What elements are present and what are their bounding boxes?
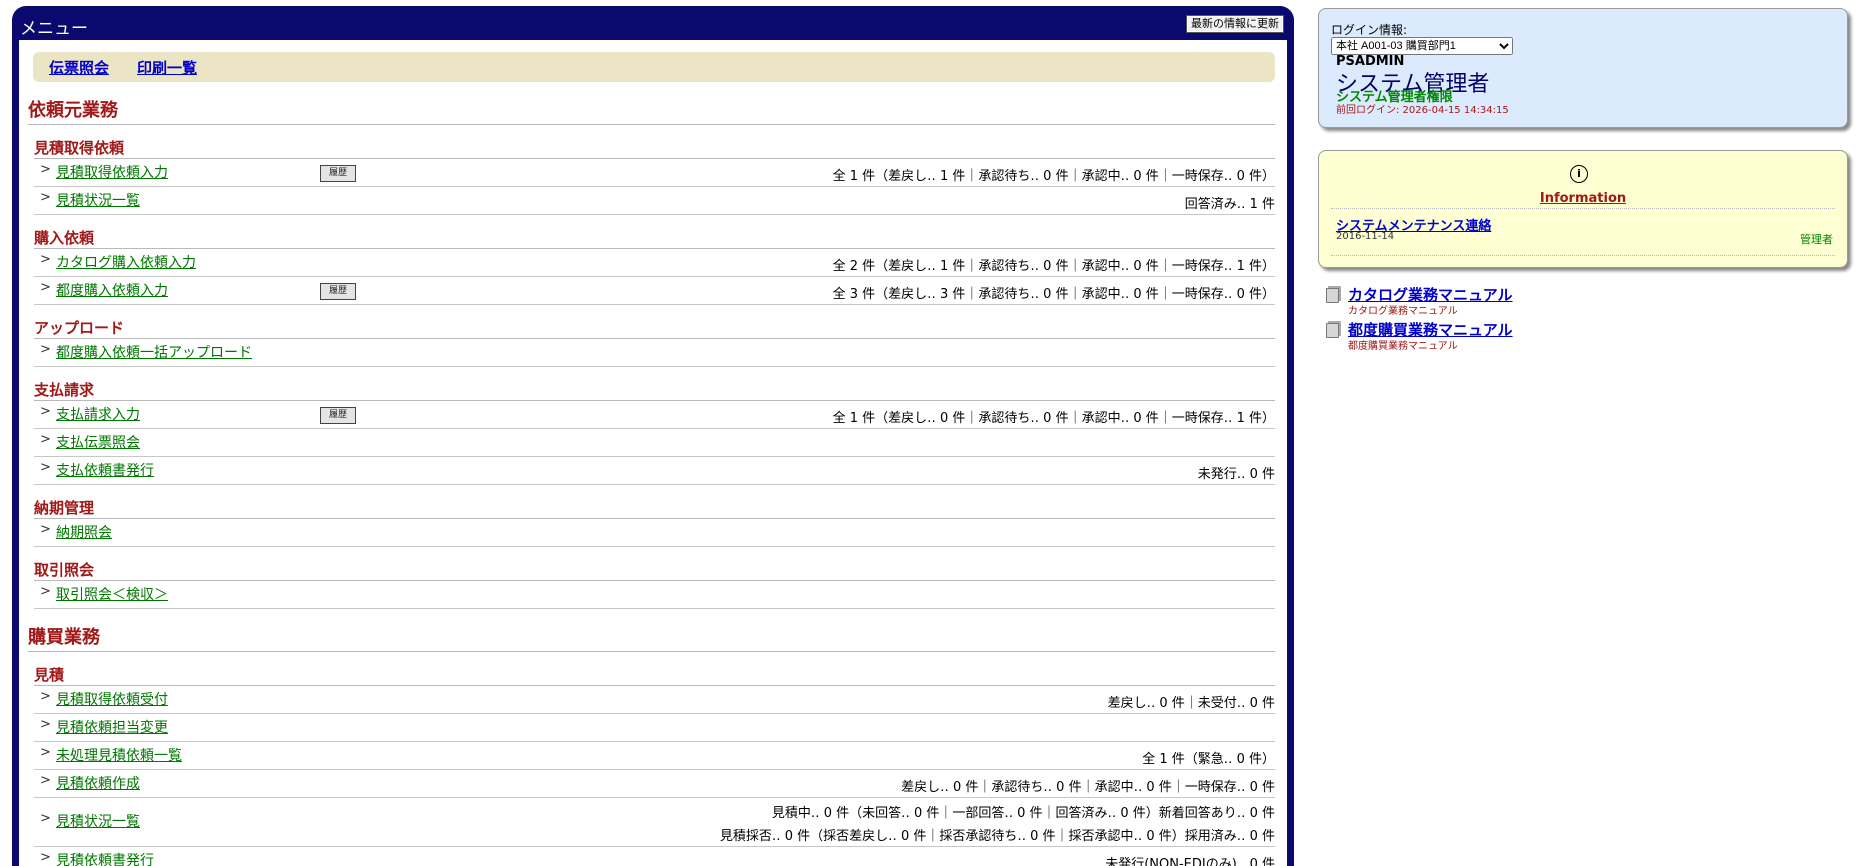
menu-item-link[interactable]: カタログ購入依頼入力 bbox=[56, 252, 196, 272]
menu-row: > 納期照会 bbox=[34, 519, 1275, 547]
category-title: 取引照会 bbox=[34, 559, 1275, 581]
count-summary[interactable]: 全 1 件（緊急‥ 0 件） bbox=[1142, 748, 1275, 767]
menu-item-link[interactable]: 見積状況一覧 bbox=[56, 190, 140, 210]
chevron-right-icon: > bbox=[40, 850, 51, 865]
chevron-right-icon: > bbox=[40, 432, 51, 447]
menu-body: 伝票照会 印刷一覧 依頼元業務 見積取得依頼 > 見積取得依頼入力 履歴全 1 件（差戻… bbox=[19, 40, 1287, 866]
menu-content: 依頼元業務 見積取得依頼 > 見積取得依頼入力 履歴全 1 件（差戻し‥ 1 件｜承認待… bbox=[19, 96, 1287, 866]
menu-panel: メニュー 最新の情報に更新 伝票照会 印刷一覧 依頼元業務見積取得依頼 > 見積取得… bbox=[12, 6, 1294, 866]
book-icon bbox=[1326, 288, 1339, 303]
menu-item-link[interactable]: 支払依頼書発行 bbox=[56, 460, 154, 480]
information-title: Information bbox=[1539, 191, 1627, 206]
menu-title: メニュー bbox=[20, 19, 88, 39]
menu-item-link[interactable]: 都度購入依頼一括アップロード bbox=[56, 342, 252, 362]
menu-row: > 見積状況一覧 見積中‥ 0 件（未回答‥ 0 件｜一部回答‥ 0 件｜回答済み‥… bbox=[34, 798, 1275, 847]
chevron-right-icon: > bbox=[40, 745, 51, 760]
divider bbox=[1331, 208, 1835, 209]
menu-row: > 都度購入依頼入力 履歴 全 3 件（差戻し‥ 3 件｜承認待ち‥ 0 件｜承認中‥… bbox=[34, 277, 1275, 305]
count-summary[interactable]: 未発行‥ 0 件 bbox=[1198, 463, 1275, 482]
category-title: 見積 bbox=[34, 664, 1275, 686]
count-summary[interactable]: 回答済み‥ 1 件 bbox=[1185, 193, 1275, 212]
quick-link-voucher-inquiry[interactable]: 伝票照会 bbox=[49, 57, 109, 78]
group-title-purchasing: 購買業務 bbox=[28, 623, 1275, 652]
count-summary[interactable]: 全 3 件（差戻し‥ 3 件｜承認待ち‥ 0 件｜承認中‥ 0 件｜一時保存‥ … bbox=[833, 283, 1275, 302]
login-info-panel: ログイン情報: 本社 A001-03 購買部門1 PSADMIN システム管理者… bbox=[1318, 8, 1848, 128]
category-title: 納期管理 bbox=[34, 497, 1275, 519]
count-summary[interactable]: 差戻し‥ 0 件｜承認待ち‥ 0 件｜承認中‥ 0 件｜一時保存‥ 0 件 bbox=[901, 776, 1275, 795]
divider bbox=[1331, 255, 1835, 256]
menu-row: > 取引照会＜検収＞ bbox=[34, 581, 1275, 609]
manual-subtitle: 都度購買業務マニュアル bbox=[1348, 341, 1458, 352]
chevron-right-icon: > bbox=[40, 252, 51, 267]
menu-item-link[interactable]: 支払伝票照会 bbox=[56, 432, 140, 452]
category-title: 見積取得依頼 bbox=[34, 137, 1275, 159]
chevron-right-icon: > bbox=[40, 811, 51, 826]
quick-links-bar: 伝票照会 印刷一覧 bbox=[33, 52, 1275, 82]
menu-row: > 支払依頼書発行 未発行‥ 0 件 bbox=[34, 457, 1275, 485]
group-title-requester: 依頼元業務 bbox=[28, 96, 1275, 125]
count-summary[interactable]: 全 1 件（差戻し‥ 0 件｜承認待ち‥ 0 件｜承認中‥ 0 件｜一時保存‥ … bbox=[833, 407, 1275, 426]
last-login-time: 前回ログイン: 2026-04-15 14:34:15 bbox=[1336, 105, 1509, 116]
info-circle-icon: i bbox=[1570, 165, 1588, 183]
menu-row: > 都度購入依頼一括アップロード bbox=[34, 339, 1275, 367]
chevron-right-icon: > bbox=[40, 689, 51, 704]
menu-row: > 見積状況一覧 回答済み‥ 1 件 bbox=[34, 187, 1275, 215]
menu-item-link[interactable]: 納期照会 bbox=[56, 522, 112, 542]
history-button[interactable]: 履歴 bbox=[320, 407, 356, 424]
login-info-label: ログイン情報: bbox=[1331, 23, 1408, 37]
category-title: 支払請求 bbox=[34, 379, 1275, 401]
history-button[interactable]: 履歴 bbox=[320, 283, 356, 300]
count-summary[interactable]: 差戻し‥ 0 件｜未受付‥ 0 件 bbox=[1108, 692, 1275, 711]
menu-row: > 未処理見積依頼一覧 全 1 件（緊急‥ 0 件） bbox=[34, 742, 1275, 770]
department-select[interactable]: 本社 A001-03 購買部門1 bbox=[1331, 37, 1513, 55]
chevron-right-icon: > bbox=[40, 522, 51, 537]
chevron-right-icon: > bbox=[40, 190, 51, 205]
chevron-right-icon: > bbox=[40, 342, 51, 357]
menu-item-link[interactable]: 都度購入依頼入力 bbox=[56, 280, 168, 300]
menu-row: > カタログ購入依頼入力 全 2 件（差戻し‥ 1 件｜承認待ち‥ 0 件｜承認中‥… bbox=[34, 249, 1275, 277]
menu-item-link[interactable]: 取引照会＜検収＞ bbox=[56, 584, 168, 604]
chevron-right-icon: > bbox=[40, 773, 51, 788]
information-panel: i Information システムメンテナンス連絡 2016-11-14 管理… bbox=[1318, 150, 1848, 268]
chevron-right-icon: > bbox=[40, 460, 51, 475]
count-summary-line2[interactable]: 見積採否‥ 0 件（採否差戻し‥ 0 件｜採否承認待ち‥ 0 件｜採否承認中‥ … bbox=[720, 825, 1275, 844]
menu-row: > 見積取得依頼受付 差戻し‥ 0 件｜未受付‥ 0 件 bbox=[34, 686, 1275, 714]
notice-author: 管理者 bbox=[1800, 233, 1833, 246]
menu-item-link[interactable]: 見積依頼担当変更 bbox=[56, 717, 168, 737]
notice-date: 2016-11-14 bbox=[1336, 231, 1395, 242]
menu-item-link[interactable]: 見積依頼書発行 bbox=[56, 850, 154, 866]
menu-item-link[interactable]: 見積状況一覧 bbox=[56, 811, 140, 831]
menu-row: > 見積依頼作成 差戻し‥ 0 件｜承認待ち‥ 0 件｜承認中‥ 0 件｜一時保存‥… bbox=[34, 770, 1275, 798]
chevron-right-icon: > bbox=[40, 280, 51, 295]
chevron-right-icon: > bbox=[40, 404, 51, 419]
chevron-right-icon: > bbox=[40, 584, 51, 599]
history-button[interactable]: 履歴 bbox=[320, 165, 356, 182]
category-title: アップロード bbox=[34, 317, 1275, 339]
menu-row: > 見積依頼書発行 未発行(NON-EDIのみ)‥ 0 件 bbox=[34, 847, 1275, 866]
menu-header: メニュー 最新の情報に更新 bbox=[12, 6, 1294, 40]
quick-link-print-list[interactable]: 印刷一覧 bbox=[137, 57, 197, 78]
count-summary[interactable]: 全 2 件（差戻し‥ 1 件｜承認待ち‥ 0 件｜承認中‥ 0 件｜一時保存‥ … bbox=[833, 255, 1275, 274]
menu-item-link[interactable]: 見積依頼作成 bbox=[56, 773, 140, 793]
refresh-button[interactable]: 最新の情報に更新 bbox=[1186, 15, 1284, 33]
menu-row: > 見積取得依頼入力 履歴 全 1 件（差戻し‥ 1 件｜承認待ち‥ 0 件｜承認中‥… bbox=[34, 159, 1275, 187]
menu-row: > 支払請求入力 履歴 全 1 件（差戻し‥ 0 件｜承認待ち‥ 0 件｜承認中‥ 0… bbox=[34, 401, 1275, 429]
count-summary[interactable]: 未発行(NON-EDIのみ)‥ 0 件 bbox=[1105, 853, 1275, 866]
count-summary-line1[interactable]: 見積中‥ 0 件（未回答‥ 0 件｜一部回答‥ 0 件｜回答済み‥ 0 件）新着… bbox=[772, 802, 1275, 821]
book-icon bbox=[1326, 323, 1339, 338]
menu-item-link[interactable]: 支払請求入力 bbox=[56, 404, 140, 424]
menu-item-link[interactable]: 見積取得依頼入力 bbox=[56, 162, 168, 182]
chevron-right-icon: > bbox=[40, 162, 51, 177]
menu-row: > 見積依頼担当変更 bbox=[34, 714, 1275, 742]
chevron-right-icon: > bbox=[40, 717, 51, 732]
menu-item-link[interactable]: 未処理見積依頼一覧 bbox=[56, 745, 182, 765]
category-title: 購入依頼 bbox=[34, 227, 1275, 249]
menu-item-link[interactable]: 見積取得依頼受付 bbox=[56, 689, 168, 709]
manual-subtitle: カタログ業務マニュアル bbox=[1348, 306, 1458, 317]
count-summary[interactable]: 全 1 件（差戻し‥ 1 件｜承認待ち‥ 0 件｜承認中‥ 0 件｜一時保存‥ … bbox=[833, 165, 1275, 184]
menu-row: > 支払伝票照会 bbox=[34, 429, 1275, 457]
